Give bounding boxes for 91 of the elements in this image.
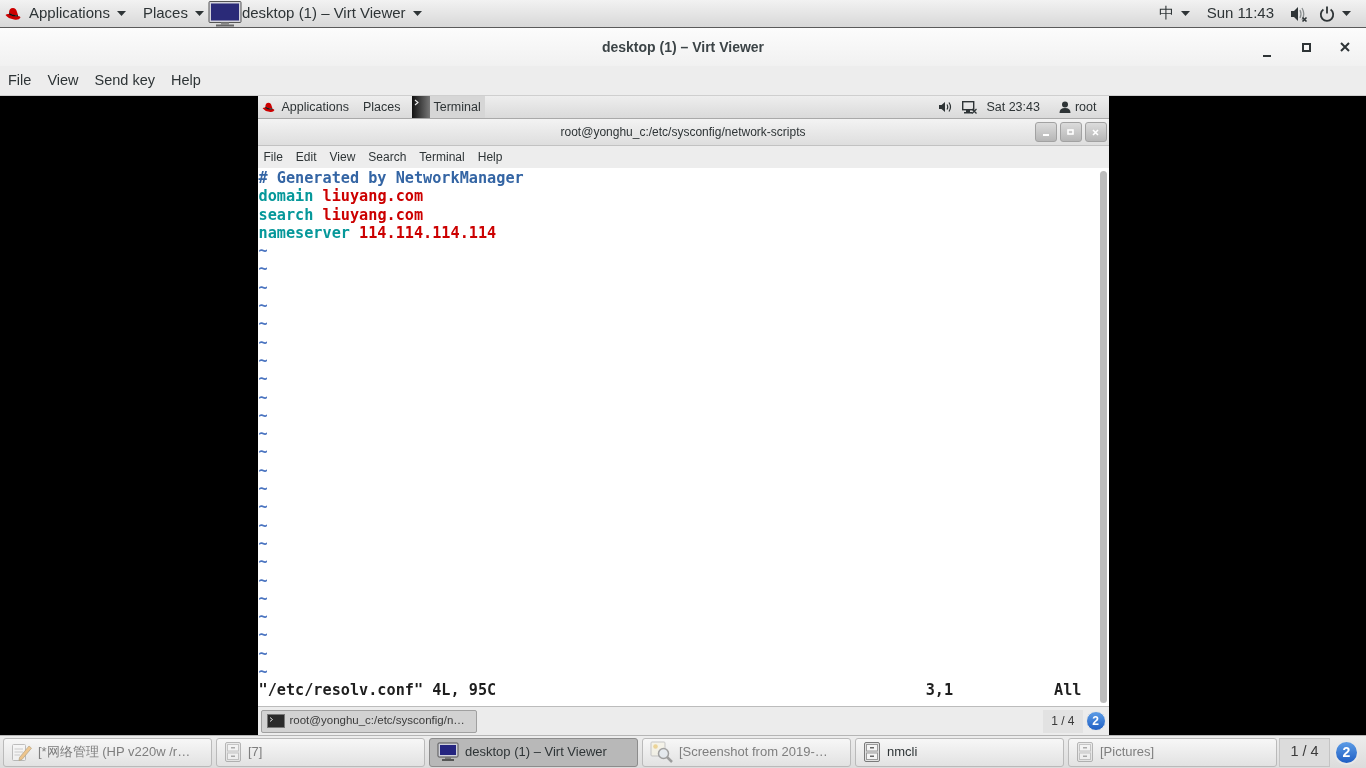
empty-line-marker: ~ [258,480,268,499]
close-icon [1092,128,1099,136]
config-value: liuyang.com [322,205,424,224]
empty-line-marker: ~ [258,608,268,627]
window-button[interactable]: Terminal [412,96,485,118]
file-cabinet-icon [863,742,881,762]
notification-badge[interactable]: 2 [1085,711,1106,731]
empty-line-marker: ~ [258,461,268,481]
empty-line-marker: ~ [258,534,268,554]
user-icon [1058,101,1071,113]
caret-icon [194,11,204,16]
applications-menu[interactable]: Applications [281,96,349,118]
menu-item[interactable]: Send key [94,68,155,93]
empty-line-marker: ~ [258,315,268,334]
places-menu[interactable]: Places [362,96,401,118]
config-value: liuyang.com [322,187,424,206]
menu-item[interactable]: File [8,68,32,93]
empty-line-marker: ~ [258,297,268,316]
config-key: nameserver [258,223,350,243]
taskbar-button[interactable]: [Pictures] [1068,737,1277,767]
empty-line-marker: ~ [258,443,268,462]
workspace-indicator[interactable]: 1 / 4 [1279,737,1330,767]
empty-line-marker: ~ [258,644,268,663]
user-menu[interactable]: root [1058,96,1097,118]
empty-line-marker: ~ [258,626,268,645]
input-method-menu[interactable]: 中 [1158,0,1190,27]
file-cabinet-icon [224,742,242,762]
cursor-position: 3,1 [925,681,954,700]
notification-badge[interactable]: 2 [1334,739,1359,765]
menu-item[interactable]: View [329,147,356,167]
empty-line-marker: ~ [258,406,268,426]
maximize-icon [1301,42,1311,52]
config-value: 114.114.114.114 [359,223,497,243]
config-key: domain [258,187,314,206]
caret-icon [412,11,422,16]
empty-line-marker: ~ [258,333,268,352]
terminal-icon [266,714,285,728]
empty-line-marker: ~ [258,278,268,298]
close-icon [1340,42,1350,52]
empty-line-marker: ~ [258,663,268,682]
empty-line-marker: ~ [258,260,268,279]
maximize-icon [1067,129,1074,135]
empty-line-marker: ~ [258,425,268,444]
empty-line-marker: ~ [258,589,268,609]
monitor-icon [437,742,459,762]
terminal-title: root@yonghu_c:/etc/sysconfig/network-scripts [560,124,806,141]
text-editor-icon [11,742,32,762]
menu-item[interactable]: Help [477,147,503,167]
minimize-icon [1042,134,1049,136]
empty-line-marker: ~ [258,498,268,517]
network-icon[interactable] [962,100,978,114]
redhat-icon [5,6,21,21]
caret-icon [1180,11,1190,16]
power-icon [1319,5,1335,22]
redhat-icon [261,101,275,113]
taskbar-button[interactable]: [*网络管理 (HP v220w /r… [3,737,212,767]
scrollbar-thumb[interactable] [1099,171,1107,703]
file-cabinet-icon [1076,742,1094,762]
menu-item[interactable]: File [263,147,283,167]
empty-line-marker: ~ [258,516,268,535]
menu-item[interactable]: Edit [295,147,317,167]
clock[interactable]: Sat 23:43 [986,97,1040,117]
empty-line-marker: ~ [258,370,268,389]
taskbar-button[interactable]: [Screenshot from 2019-… [642,737,851,767]
clock[interactable]: Sun 11:43 [1206,2,1274,25]
status-message: "/etc/resolv.conf" 4L, 95C [258,681,497,700]
caret-icon [116,11,126,16]
taskbar-button[interactable]: desktop (1) – Virt Viewer [429,737,638,767]
empty-line-marker: ~ [258,351,268,371]
empty-line-marker: ~ [258,388,268,407]
caret-icon [1342,11,1351,16]
window-menu[interactable]: desktop (1) – Virt Viewer [207,0,422,27]
empty-line-marker: ~ [258,571,268,590]
applications-menu[interactable]: Applications [29,0,126,27]
taskbar-button[interactable]: root@yonghu_c:/etc/sysconfig/n… [260,709,477,733]
photo-magnifier-icon [650,741,673,763]
config-key: search [258,205,314,224]
minimize-icon [1263,55,1271,57]
menu-item[interactable]: Search [368,147,407,167]
scroll-position: All [1054,681,1082,700]
empty-line-marker: ~ [258,553,268,572]
menu-item[interactable]: View [47,68,79,93]
volume-icon[interactable] [939,101,953,113]
window-title: desktop (1) – Virt Viewer [601,37,765,57]
menu-item[interactable]: Terminal [419,147,465,167]
places-menu[interactable]: Places [142,0,204,27]
taskbar-button[interactable]: nmcli [855,737,1064,767]
comment-text: # Generated by NetworkManager [258,169,524,188]
menu-item[interactable]: Help [171,68,201,93]
workspace-indicator[interactable]: 1 / 4 [1043,709,1083,733]
empty-line-marker: ~ [258,242,268,261]
